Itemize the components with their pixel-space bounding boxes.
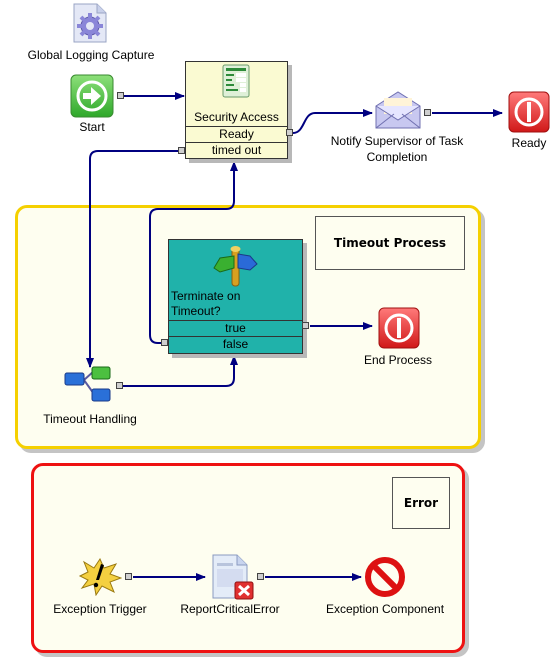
tree-branch-icon (64, 366, 111, 402)
start-output-port[interactable] (117, 92, 124, 99)
false-output-port[interactable] (161, 339, 168, 346)
outcome-true[interactable]: true (169, 320, 302, 336)
end-process-label: End Process (363, 353, 433, 367)
outcome-timed-out[interactable]: timed out (186, 142, 287, 158)
start-label: Start (79, 120, 105, 134)
notify-label-line2: Completion (366, 150, 428, 164)
start-arrow-icon (70, 74, 114, 118)
report-error-output-port[interactable] (257, 573, 264, 580)
signpost-icon (213, 246, 258, 287)
outcome-false[interactable]: false (169, 336, 302, 352)
exception-component-node[interactable] (364, 556, 406, 598)
exception-component-label: Exception Component (325, 602, 445, 616)
ready-output-port[interactable] (286, 129, 293, 136)
report-error-label: ReportCriticalError (180, 602, 280, 616)
notify-label: Notify Supervisor of Task Completion (322, 133, 472, 165)
security-access-node[interactable]: Security Access Ready timed out (185, 61, 288, 159)
wire-security-notify (292, 109, 373, 134)
outcome-ready[interactable]: Ready (186, 126, 287, 142)
prohibited-icon (365, 557, 405, 597)
stop-power-icon (378, 307, 420, 349)
wire-timedout-timeouthandling (86, 150, 178, 368)
wire-timeouthandling-terminate (123, 355, 238, 387)
timeout-handling-output-port[interactable] (116, 382, 123, 389)
timeout-handling-label: Timeout Handling (43, 412, 137, 426)
notify-output-port[interactable] (424, 109, 431, 116)
true-output-port[interactable] (302, 322, 309, 329)
exception-trigger-output-port[interactable] (125, 573, 132, 580)
terminate-title-line2: Timeout? (171, 304, 221, 318)
ready-end-node[interactable] (508, 91, 550, 133)
envelope-icon (375, 91, 421, 129)
document-error-icon (212, 554, 254, 600)
ready-end-label: Ready (511, 136, 547, 150)
notify-supervisor-node[interactable] (374, 90, 422, 130)
terminate-decision-node[interactable]: Terminate on Timeout? true false (168, 239, 303, 354)
gear-document-icon (73, 3, 107, 43)
global-logging-node[interactable] (71, 3, 109, 43)
report-critical-error-node[interactable] (211, 554, 255, 600)
form-document-icon (222, 64, 250, 98)
exclamation-burst-icon (78, 557, 123, 597)
start-node[interactable] (70, 74, 115, 119)
terminate-title: Terminate on Timeout? (171, 289, 240, 319)
terminate-title-line1: Terminate on (171, 289, 241, 303)
timed-out-output-port[interactable] (178, 147, 185, 154)
security-access-title: Security Access (194, 110, 279, 124)
end-process-node[interactable] (378, 307, 420, 349)
exception-trigger-node[interactable] (78, 557, 123, 597)
notify-label-line1: Notify Supervisor of Task (330, 134, 464, 148)
exception-trigger-label: Exception Trigger (53, 602, 147, 616)
global-logging-label: Global Logging Capture (27, 48, 155, 62)
timeout-handling-node[interactable] (64, 366, 114, 404)
stop-power-icon (508, 91, 550, 133)
